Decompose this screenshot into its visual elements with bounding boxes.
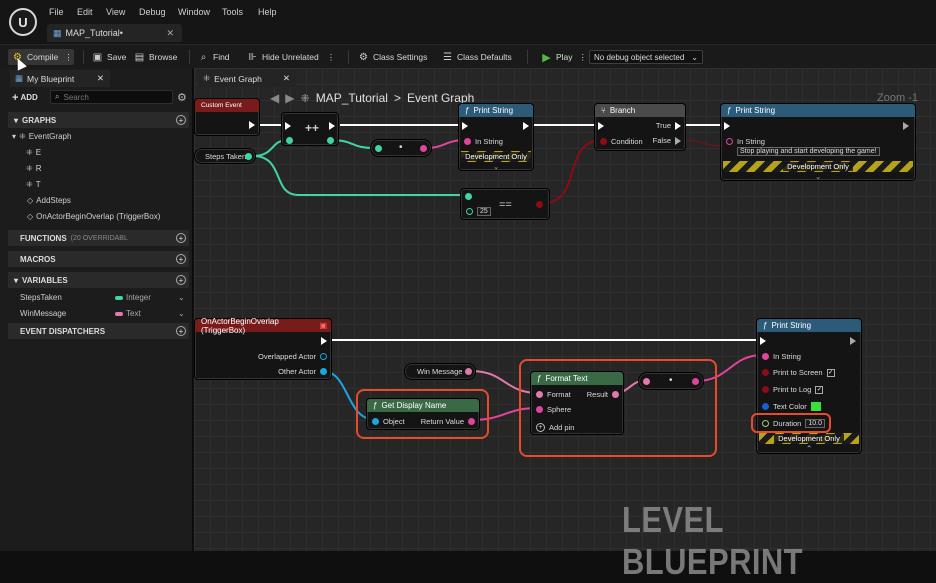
integer-out-pin[interactable] (245, 153, 252, 160)
branch-icon: ⑂ (601, 106, 606, 115)
to-string-node[interactable]: • (370, 139, 432, 157)
exec-out-pin[interactable] (329, 122, 335, 130)
breadcrumb-separator: > (393, 91, 401, 105)
checkbox[interactable]: ✓ (815, 385, 824, 394)
in-string-pin[interactable]: In String (464, 137, 503, 146)
on-actor-begin-overlap-node[interactable]: OnActorBeginOverlap (TriggerBox) ▣ Overl… (194, 316, 332, 380)
node-title: Print String (473, 106, 514, 115)
graph-icon: ⁜ (203, 73, 211, 83)
print-to-log-pin[interactable]: Print to Log ✓ (762, 385, 824, 394)
to-string-node[interactable]: • (638, 372, 704, 390)
true-exec-pin[interactable]: True (656, 121, 681, 130)
node-title: Print String (771, 321, 812, 330)
event-graph-tab-label: Event Graph (214, 73, 262, 84)
equals-node[interactable]: 25 == (460, 188, 550, 220)
increment-operator: ++ (305, 121, 320, 135)
node-title: Steps Taken (205, 152, 247, 161)
back-arrow-icon[interactable]: ◀ (270, 91, 279, 105)
equals-operator: == (499, 199, 512, 211)
integer-in-pin[interactable] (286, 137, 293, 144)
function-icon: ƒ (763, 321, 768, 330)
increment-node[interactable]: ++ (281, 112, 339, 146)
integer-in-pin[interactable] (375, 145, 382, 152)
node-header: ƒ Print String (459, 104, 533, 117)
steps-taken-getter-node[interactable]: Steps Taken (194, 148, 256, 164)
development-only-banner: Development Only (723, 161, 913, 172)
print-string-node[interactable]: ƒ Print String In String Print to Screen… (756, 318, 862, 454)
in-string-value[interactable]: Stop playing and start developing the ga… (737, 147, 880, 156)
false-exec-pin[interactable]: False (653, 136, 681, 145)
win-message-getter-node[interactable]: Win Message (404, 363, 476, 380)
checkbox[interactable]: ✓ (826, 368, 835, 377)
expand-icon[interactable]: ⌄ (815, 172, 821, 181)
node-header: ƒ Print String (757, 319, 861, 332)
function-icon: ƒ (465, 106, 470, 115)
overlapped-actor-pin[interactable]: Overlapped Actor (258, 352, 327, 361)
exec-in-pin[interactable] (598, 122, 604, 130)
string-out-pin[interactable] (692, 378, 699, 385)
breadcrumb: ◀ ▶ ⁜ MAP_Tutorial > Event Graph (270, 91, 474, 105)
in-string-pin[interactable]: In String (726, 137, 765, 146)
development-only-banner: Development Only (461, 151, 531, 162)
node-header: ⑂ Branch (595, 104, 685, 117)
in-string-pin[interactable]: In String (762, 352, 801, 361)
exec-out-pin[interactable] (903, 122, 909, 130)
node-header: ƒ Print String (721, 104, 915, 117)
level-blueprint-watermark: LEVEL BLUEPRINT (622, 499, 804, 582)
highlight-box (356, 389, 489, 439)
string-out-pin[interactable] (420, 145, 427, 152)
event-icon: ▣ (319, 321, 327, 330)
bool-out-pin[interactable] (536, 201, 543, 208)
exec-out-pin[interactable] (523, 122, 529, 130)
print-to-screen-pin[interactable]: Print to Screen ✓ (762, 368, 835, 377)
collapse-icon[interactable]: ⌃ (806, 444, 812, 453)
node-title: Win Message (417, 367, 463, 376)
highlight-box (751, 413, 831, 433)
print-string-node[interactable]: ƒ Print String In String Stop playing an… (720, 103, 916, 181)
other-actor-pin[interactable]: Other Actor (278, 367, 327, 376)
node-header: Custom Event (195, 99, 259, 112)
node-title: Branch (609, 106, 636, 115)
conversion-operator: • (669, 375, 673, 386)
exec-out-pin[interactable] (249, 121, 255, 129)
condition-pin[interactable]: Condition (600, 137, 643, 146)
node-header: OnActorBeginOverlap (TriggerBox) ▣ (195, 316, 331, 335)
forward-arrow-icon[interactable]: ▶ (285, 91, 294, 105)
function-icon: ƒ (727, 106, 732, 115)
integer-in-pin[interactable] (465, 193, 472, 200)
conversion-operator: • (399, 142, 403, 153)
exec-in-pin[interactable] (285, 122, 291, 130)
exec-in-pin[interactable] (724, 122, 730, 130)
print-string-node[interactable]: ƒ Print String In String Development Onl… (458, 103, 534, 171)
branch-node[interactable]: ⑂ Branch Condition True False (594, 103, 686, 151)
wires (252, 124, 764, 421)
text-out-pin[interactable] (465, 368, 472, 375)
expand-icon[interactable]: ⌄ (493, 162, 499, 171)
development-only-banner: Development Only (759, 433, 859, 444)
close-icon[interactable]: ✕ (283, 73, 290, 84)
graph-icon: ⁜ (300, 92, 310, 105)
node-title: OnActorBeginOverlap (TriggerBox) (201, 316, 279, 335)
exec-in-pin[interactable] (760, 337, 766, 345)
integer-in-pin[interactable]: 25 (466, 207, 491, 216)
breadcrumb-root[interactable]: MAP_Tutorial (316, 91, 388, 105)
custom-event-node[interactable]: Custom Event (194, 98, 260, 136)
node-title: Print String (735, 106, 776, 115)
node-title: Custom Event (201, 102, 242, 109)
text-in-pin[interactable] (643, 378, 650, 385)
text-color-pin[interactable]: Text Color (762, 402, 821, 411)
exec-out-pin[interactable] (321, 337, 327, 345)
exec-in-pin[interactable] (462, 122, 468, 130)
exec-out-pin[interactable] (850, 337, 856, 345)
event-graph-tab[interactable]: ⁜ Event Graph ✕ (198, 70, 296, 87)
integer-out-pin[interactable] (327, 137, 334, 144)
color-swatch[interactable] (810, 402, 821, 411)
